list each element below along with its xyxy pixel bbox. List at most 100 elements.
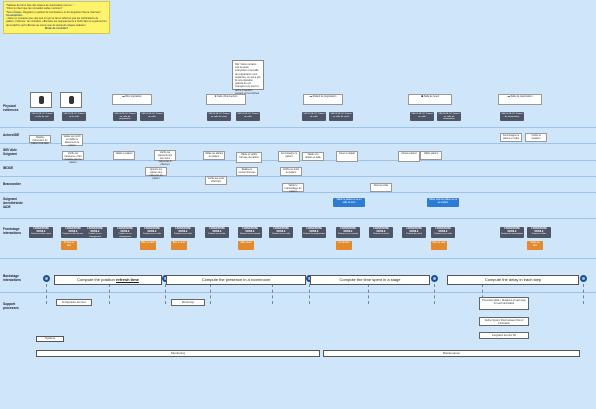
milestone-tag[interactable]: Arrivée au bloc	[61, 241, 77, 250]
milestone-tag[interactable]: Bloc de salle	[431, 241, 447, 250]
frontstage-ui-card[interactable]: CARNAVERSE MOBILE Patient va au changemen…	[113, 227, 137, 238]
phase-pictogram	[30, 92, 52, 108]
process-step-card[interactable]: Gérer le départ	[336, 151, 358, 162]
support-box[interactable]: Configuration des lieux	[56, 299, 92, 306]
ui-card-text: Patient de réveil	[406, 233, 422, 236]
patient-icon	[68, 96, 74, 104]
frontstage-ui-card[interactable]: CARNAVERSE MOBILE Patient au bloc ajout	[29, 227, 53, 238]
process-step-card[interactable]: Accompagne le patient	[278, 151, 300, 162]
system-bar[interactable]: Système	[36, 336, 64, 342]
frontstage-ui-card[interactable]: CARNAVERSE MOBILE Patient va réveil	[369, 227, 393, 238]
ui-card-text: Patient va au suivant	[337, 233, 359, 236]
process-step-card[interactable]: Valide patient	[420, 151, 442, 160]
support-box[interactable]: Define System Flow between flow of infor…	[479, 317, 529, 326]
pin-stem	[368, 284, 369, 304]
milestone-tag[interactable]: Bloc en salle	[140, 241, 156, 250]
milestone-tag[interactable]: Sortie du bloc	[527, 241, 543, 250]
compute-presence-box[interactable]: Compute the presence in a room/room	[166, 275, 306, 285]
frontstage-ui-card[interactable]: CARNAVERSE MOBILE Patient va en salle	[140, 227, 164, 238]
lane-divider	[0, 176, 596, 177]
bed-icon: ▬	[507, 95, 510, 98]
lane-divider	[0, 218, 596, 219]
frontstage-ui-card[interactable]: CARNAVERSE MOBILE Patient va au suivant	[238, 227, 262, 238]
phase-label: ▬ Salle de réanimation	[498, 94, 542, 105]
support-box[interactable]: Integration des flux FD	[479, 332, 529, 339]
ui-card-text: Patient en file de soin	[62, 233, 84, 236]
process-step-card[interactable]: Vérifie les soins effectués	[205, 176, 227, 185]
milestone-tag[interactable]: Fin du bloc	[336, 241, 352, 250]
process-step-card[interactable]: Vérifie les infos au patient	[280, 167, 302, 176]
process-step-card[interactable]: Valide le brancardage du patient	[282, 183, 304, 193]
process-step-card[interactable]: Apporte les saisies des éléments du pati…	[145, 167, 167, 180]
frontstage-ui-card[interactable]: CARNAVERSE MOBILE Patient de réveil	[402, 227, 426, 238]
monitoring-bar[interactable]: Monitoring	[36, 350, 320, 357]
pin-stem	[210, 284, 211, 304]
compute-time-box[interactable]: Compute the time spent in a stage	[310, 275, 430, 285]
compute-position-box[interactable]: Compute the position refresh time	[54, 275, 162, 285]
frontstage-ui-card[interactable]: CARNAVERSE MOBILE Patient va en salle	[269, 227, 293, 238]
bed-icon: ▬	[309, 95, 313, 98]
context-sticky-note[interactable]: "Tableau de bord: liste des étapes de ré…	[3, 1, 110, 34]
location-pin-icon[interactable]	[431, 275, 438, 282]
lane-label-physical: Physical evidences	[3, 104, 19, 112]
frontstage-ui-card[interactable]: CARNAVERSE MOBILE Patient en file de soin	[61, 227, 85, 238]
sticky-line: - Dans un contexte que sais tout ce qui …	[6, 17, 107, 27]
ui-card-text: Patient va au changement	[118, 233, 132, 239]
lane-label-brancard: Brancardier	[3, 182, 21, 186]
physical-evidence-card: SIB DE BLOC Patient en salle de réanimat…	[437, 112, 461, 121]
lane-divider	[0, 258, 596, 259]
physical-evidence-card: SIB DE BLOC Patient en salle de soins	[207, 112, 231, 121]
process-step-card[interactable]: Valide son profil et réalise le placemen…	[61, 134, 83, 147]
physical-evidence-card: SIB DE BLOC Patient de réanimation	[500, 112, 524, 121]
process-step-card[interactable]: Accompagne le patient en salle	[500, 133, 522, 142]
pin-stem	[434, 284, 435, 304]
phase-label-text: Salle de réanimation	[510, 95, 533, 98]
ui-card-text: Patient va en salle	[174, 233, 192, 236]
process-step-card[interactable]: Vérifie les éléments liés aux soins disp…	[154, 150, 176, 166]
phase-label: ▬ Bloc opératoire	[112, 94, 152, 105]
support-box[interactable]: Processus délai + Durations of each step…	[479, 297, 529, 310]
process-step-card[interactable]: Arrivée patient	[398, 151, 420, 162]
frontstage-ui-card[interactable]: CARNAVERSE MOBILE Patient va en salle	[171, 227, 195, 238]
location-pin-icon[interactable]	[580, 275, 587, 282]
process-step-card[interactable]: Vérifie les blessures et fait la saisie …	[62, 151, 84, 164]
process-step-card[interactable]: Valide et vérifie l'arrivée du patient	[236, 152, 262, 163]
process-step-card[interactable]: Réalise l'admission du patient à la sall…	[29, 135, 51, 145]
frontstage-ui-card[interactable]: CARNAVERSE MOBILE Patient va au suivant	[336, 227, 360, 238]
highlight-step[interactable]: Valide l'état du patient et va au suivan…	[427, 198, 459, 207]
physical-evidence-card: SIB DE BLOC Patient de salle	[302, 112, 326, 121]
frontstage-ui-card[interactable]: CARNAVERSE MOBILE Patient de réanimation	[500, 227, 524, 238]
frontstage-ui-card[interactable]: CARNAVERSE MOBILE Patient va en salle	[431, 227, 455, 238]
lane-divider	[0, 192, 596, 193]
frontstage-ui-card[interactable]: CARNAVERSE MOBILE Patient va en bloc	[205, 227, 229, 238]
process-step-card[interactable]: Valide les tâches du patient	[203, 151, 225, 160]
phase-label-text: Patient de préparation	[312, 95, 337, 98]
ui-card-text: Patient au bloc ajout	[31, 233, 51, 236]
physical-evidence-card: SIB DE BLOC Patient de salle	[236, 112, 260, 121]
frontstage-ui-card[interactable]: CARNAVERSE MOBILE Patient de préparation	[302, 227, 326, 238]
milestone-tag[interactable]: Salle réveil	[238, 241, 254, 250]
phase-label-text: Salle de réveil	[423, 95, 439, 98]
highlight-step[interactable]: Valide le patient et va en salle de soin	[333, 198, 365, 207]
process-step-card[interactable]: Vérifie la situation	[525, 133, 547, 142]
lane-label-ide: IDE/ Aide Soignant	[3, 148, 17, 156]
physical-evidence-card: SIB DE BLOC Patient de salle	[140, 112, 164, 121]
support-box[interactable]: Monitorings	[171, 299, 205, 306]
floating-note[interactable]: Ndr: Dans certains cas la seule interpré…	[232, 60, 264, 95]
ui-card-text: Patient va en salle	[272, 233, 290, 236]
patient-icon	[38, 96, 44, 104]
process-step-card[interactable]: Valide le patient	[113, 151, 135, 160]
process-step-card[interactable]: Note les infos	[370, 183, 392, 192]
pin-stem	[165, 284, 166, 304]
lane-label-actors: Actors/IDE	[3, 133, 20, 137]
process-step-card[interactable]: Valide son départ en salle	[302, 152, 324, 161]
maintenance-bar[interactable]: Maintenance	[323, 350, 580, 357]
location-pin-icon[interactable]	[43, 275, 50, 282]
milestone-tag[interactable]: Bloc en soin	[171, 241, 187, 250]
frontstage-ui-card[interactable]: CARNAVERSE MOBILE Patient va au changemen…	[83, 227, 107, 238]
ui-card-text: Patient de préparation	[303, 233, 325, 236]
frontstage-ui-card[interactable]: CARNAVERSE MOBILE Patient au bloc	[527, 227, 551, 238]
process-step-card[interactable]: Réalise le recueil données	[236, 167, 258, 176]
compute-delay-box[interactable]: Compute the delay in each step	[447, 275, 579, 285]
compute-text: Compute the time spent in a stage	[339, 277, 401, 282]
